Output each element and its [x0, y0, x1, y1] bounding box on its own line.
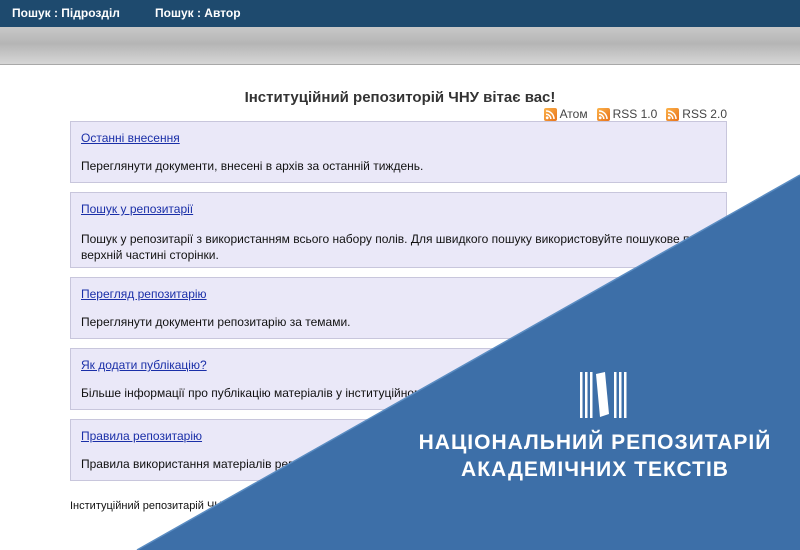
book-library-icon — [580, 372, 627, 418]
banner-overlay: НАЦІОНАЛЬНИЙ РЕПОЗИТАРІЙ АКАДЕМІЧНИХ ТЕК… — [0, 0, 800, 550]
banner-triangle — [136, 174, 800, 550]
